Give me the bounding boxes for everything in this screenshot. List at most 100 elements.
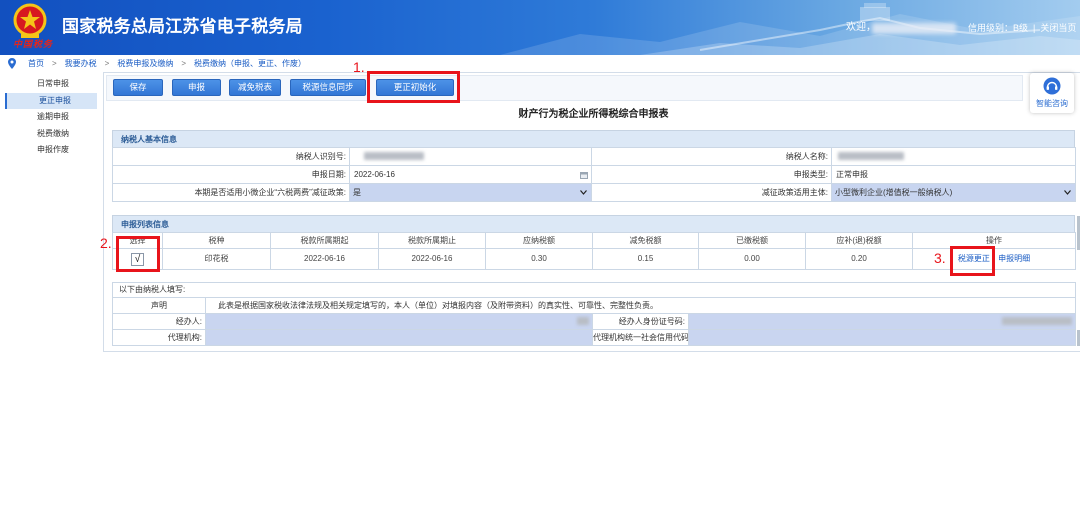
table-row: √ 印花税 2022-06-16 2022-06-16 0.30 0.15 0.… (112, 248, 1076, 270)
agent-label: 经办人: (112, 313, 206, 330)
declare-date-value: 2022-06-16 (354, 169, 395, 179)
tax-emblem-icon (13, 3, 47, 38)
declare-button[interactable]: 申报 (172, 79, 221, 96)
filler-info-table: 以下由纳税人填写: 声明 此表是根据国家税收法律法规及相关规定填写的，本人（单位… (111, 282, 1077, 346)
tax-reduction-cell: 0.15 (592, 248, 699, 270)
form-title: 财产行为税企业所得税综合申报表 (518, 109, 669, 120)
tax-payable-cell: 0.30 (485, 248, 593, 270)
section-title: 申报列表信息 (112, 215, 1075, 233)
agent-id-input[interactable] (687, 313, 1077, 330)
calendar-icon[interactable] (580, 171, 588, 179)
agency-input[interactable] (205, 329, 593, 346)
tax-type-cell: 印花税 (162, 248, 271, 270)
select-value: 是 (353, 188, 361, 197)
small-enterprise-policy-cell: 是 (349, 183, 592, 202)
sidebar-item-daily-declare[interactable]: 日常申报 (0, 76, 100, 93)
exemption-table-button[interactable]: 减免税表 (229, 79, 281, 96)
sidebar: 日常申报 更正申报 逾期申报 税费缴纳 申报作废 (0, 76, 100, 159)
tax-due-cell: 0.20 (805, 248, 913, 270)
agent-id-label: 经办人身份证号码: (592, 313, 689, 330)
declare-date-field[interactable]: 2022-06-16 (349, 165, 592, 184)
smart-consult-widget[interactable]: 智能咨询 (1030, 73, 1074, 113)
tax-source-sync-button[interactable]: 税源信息同步 (290, 79, 366, 96)
column-header-tax-type: 税种 (162, 232, 271, 249)
taxpayer-name-value (831, 147, 1076, 166)
sidebar-item-tax-payment[interactable]: 税费缴纳 (0, 126, 100, 143)
declare-type-label: 申报类型: (591, 165, 832, 184)
sidebar-item-correction-declare[interactable]: 更正申报 (5, 92, 97, 110)
small-enterprise-policy-select[interactable]: 是 (350, 184, 591, 201)
chevron-down-icon (1064, 190, 1071, 195)
declaration-list-table: 选择 税种 税款所属期起 税款所属期止 应纳税额 减免税额 已缴税额 应补(退)… (112, 232, 1076, 270)
breadcrumb: 首页 > 我要办税 > 税费申报及缴纳 > 税费缴纳（申报、更正、作废） (28, 60, 306, 68)
table-row: 声明 此表是根据国家税收法律法规及相关规定填写的，本人（单位）对填报内容（及附带… (112, 297, 1077, 314)
close-page-link[interactable]: 关闭当页 (1040, 24, 1076, 33)
column-header-actions: 操作 (912, 232, 1076, 249)
table-row: 纳税人识别号: 纳税人名称: (112, 147, 1076, 166)
site-title: 国家税务总局江苏省电子税务局 (62, 17, 303, 36)
redacted-value (838, 152, 904, 161)
section-title: 纳税人基本信息 (112, 130, 1075, 148)
redacted-value (364, 152, 424, 161)
taxpayer-name-label: 纳税人名称: (591, 147, 832, 166)
policy-subject-select[interactable]: 小型微利企业(增值税一般纳税人) (832, 184, 1075, 201)
declaration-list-section: 申报列表信息 选择 税种 税款所属期起 税款所属期止 应纳税额 减免税额 已缴税… (112, 215, 1076, 270)
column-header-tax-paid: 已缴税额 (698, 232, 806, 249)
declare-type-value: 正常申报 (831, 165, 1076, 184)
breadcrumb-home[interactable]: 首页 (28, 60, 44, 68)
site-header: 中国税务 国家税务总局江苏省电子税务局 欢迎， 信用级别：B级 | 关闭当页 (0, 0, 1080, 55)
declaration-detail-link[interactable]: 申报明细 (998, 254, 1030, 263)
table-row: 申报日期: 2022-06-16 申报类型: 正常申报 (112, 165, 1076, 184)
column-header-tax-reduction: 减免税额 (592, 232, 699, 249)
breadcrumb-current[interactable]: 税费缴纳（申报、更正、作废） (194, 60, 306, 68)
declare-date-label: 申报日期: (112, 165, 350, 184)
save-button[interactable]: 保存 (113, 79, 163, 96)
user-links: 信用级别：B级 | 关闭当页 (968, 24, 1076, 33)
sidebar-item-declare-void[interactable]: 申报作废 (0, 142, 100, 159)
column-header-tax-payable: 应纳税额 (485, 232, 593, 249)
breadcrumb-separator: > (104, 59, 110, 68)
column-header-period-start: 税款所属期起 (270, 232, 379, 249)
taxpayer-id-label: 纳税人识别号: (112, 147, 350, 166)
taxpayer-info-section: 纳税人基本信息 纳税人识别号: 纳税人名称: 申报日期: 2022-06-16 … (112, 130, 1076, 202)
breadcrumb-tax-services[interactable]: 我要办税 (65, 60, 97, 68)
smart-consult-label: 智能咨询 (1036, 99, 1068, 108)
step-label-2: 2. (100, 235, 112, 251)
agent-input[interactable] (205, 313, 593, 330)
redacted-value (577, 317, 589, 326)
taxpayer-info-table: 纳税人识别号: 纳税人名称: 申报日期: 2022-06-16 申报类型: 正常… (112, 147, 1076, 202)
agency-code-input[interactable] (687, 329, 1077, 346)
breadcrumb-separator: > (52, 59, 57, 68)
table-header-row: 选择 税种 税款所属期起 税款所属期止 应纳税额 减免税额 已缴税额 应补(退)… (112, 232, 1076, 249)
table-row: 以下由纳税人填写: (111, 282, 1077, 298)
location-pin-icon (8, 58, 16, 69)
tax-paid-cell: 0.00 (698, 248, 806, 270)
table-row: 经办人: 经办人身份证号码: (112, 313, 1077, 330)
divider: | (1033, 23, 1036, 33)
taxpayer-id-value (349, 147, 592, 166)
sidebar-item-overdue-declare[interactable]: 逾期申报 (0, 109, 100, 126)
chevron-down-icon (580, 190, 587, 195)
period-start-cell: 2022-06-16 (270, 248, 379, 270)
declaration-label: 声明 (112, 297, 206, 314)
table-row: 代理机构: 代理机构统一社会信用代码: (112, 329, 1077, 346)
select-value: 小型微利企业(增值税一般纳税人) (835, 188, 953, 197)
row-checkbox[interactable]: √ (131, 252, 144, 266)
declare-date-input[interactable]: 2022-06-16 (354, 167, 591, 183)
breadcrumb-declare-pay[interactable]: 税费申报及缴纳 (117, 60, 173, 68)
headset-icon (1043, 77, 1061, 95)
correction-init-button[interactable]: 更正初始化 (376, 79, 454, 96)
tax-source-correction-link[interactable]: 税源更正 (958, 254, 990, 263)
column-header-select: 选择 (112, 232, 163, 249)
taxpayer-filler-section: 以下由纳税人填写: 声明 此表是根据国家税收法律法规及相关规定填写的，本人（单位… (111, 282, 1077, 346)
table-row: 本期是否适用小微企业“六税两费”减征政策: 是 减征政策适用主体: 小型微利企业… (112, 183, 1076, 202)
breadcrumb-separator: > (181, 59, 187, 68)
agency-code-label: 代理机构统一社会信用代码: (592, 329, 689, 346)
credit-level: 信用级别：B级 (968, 23, 1029, 33)
column-header-period-end: 税款所属期止 (378, 232, 486, 249)
agency-label: 代理机构: (112, 329, 206, 346)
period-end-cell: 2022-06-16 (378, 248, 486, 270)
policy-subject-label: 减征政策适用主体: (591, 183, 832, 202)
column-header-tax-due: 应补(退)税额 (805, 232, 913, 249)
policy-subject-cell: 小型微利企业(增值税一般纳税人) (831, 183, 1076, 202)
